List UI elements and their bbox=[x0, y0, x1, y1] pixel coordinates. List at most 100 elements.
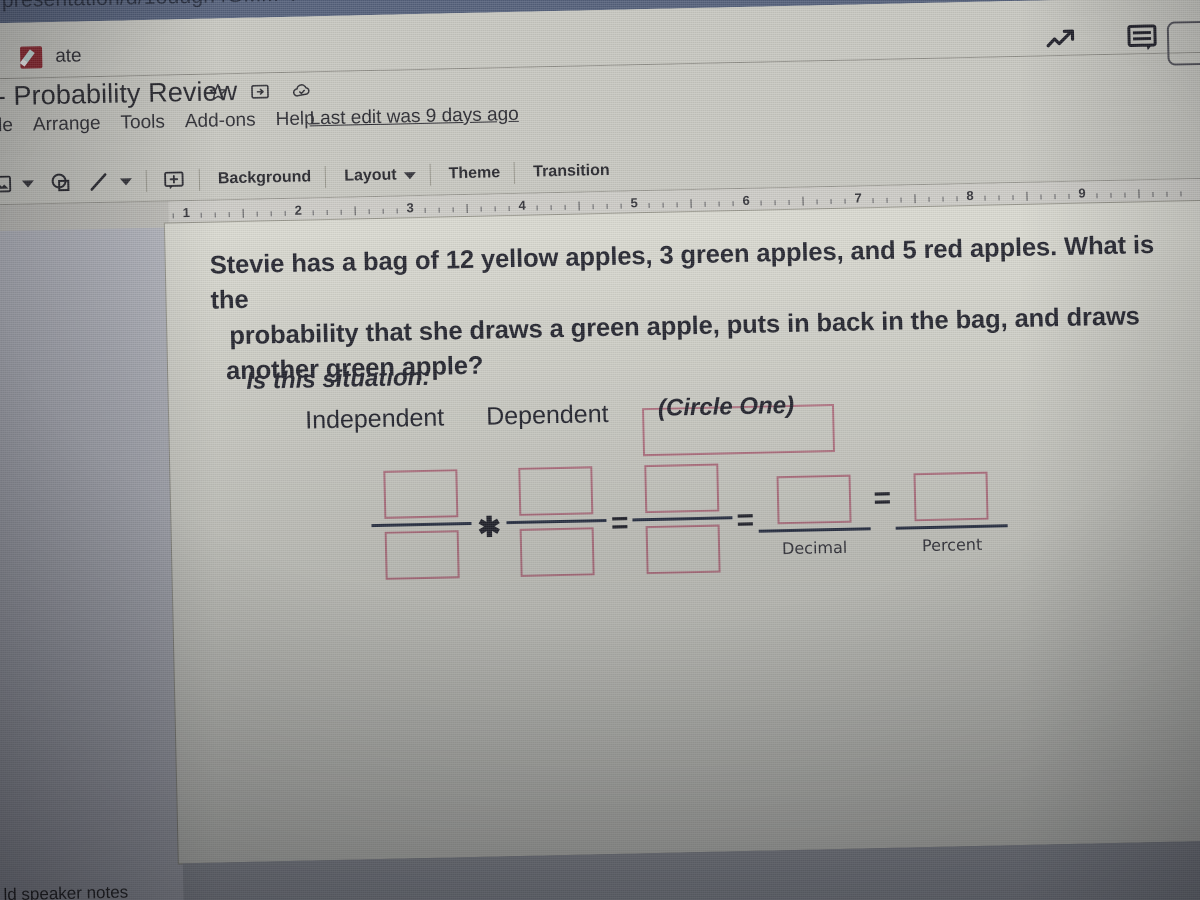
ruler-tick bbox=[704, 201, 706, 207]
line-icon[interactable] bbox=[88, 171, 110, 193]
last-edit-status[interactable]: Last edit was 9 days ago bbox=[309, 104, 519, 131]
ruler-tick bbox=[214, 212, 216, 218]
numerator-box-1[interactable] bbox=[383, 469, 459, 519]
ruler-number: 2 bbox=[294, 202, 303, 218]
ruler-number: 7 bbox=[854, 190, 862, 206]
share-button[interactable] bbox=[1166, 20, 1200, 66]
ruler-tick bbox=[494, 206, 496, 212]
equals-operator-2: = bbox=[736, 503, 755, 537]
ruler-tick bbox=[228, 212, 230, 218]
chevron-down-icon[interactable] bbox=[119, 177, 133, 186]
choice-dependent[interactable]: Dependent bbox=[486, 400, 609, 432]
decimal-box[interactable] bbox=[776, 474, 852, 524]
numerator-box-3[interactable] bbox=[644, 463, 720, 514]
tab-title[interactable]: ate bbox=[55, 45, 82, 68]
percent-label: Percent bbox=[921, 534, 983, 555]
chevron-down-icon[interactable] bbox=[403, 171, 416, 179]
decimal-bar bbox=[758, 526, 871, 533]
ruler-tick bbox=[564, 204, 566, 210]
slide-canvas[interactable]: Stevie has a bag of 12 yellow apples, 3 … bbox=[164, 200, 1200, 864]
fraction-1 bbox=[370, 469, 472, 580]
ruler-tick bbox=[1096, 193, 1098, 199]
ruler-tick bbox=[1110, 192, 1112, 198]
move-to-folder-icon[interactable] bbox=[250, 81, 270, 101]
menu-item-addons[interactable]: Add-ons bbox=[185, 110, 256, 134]
ruler-tick bbox=[480, 206, 482, 212]
ruler-tick bbox=[368, 209, 370, 215]
cloud-saved-icon[interactable] bbox=[292, 80, 312, 100]
numerator-box-2[interactable] bbox=[518, 466, 594, 516]
ruler-tick bbox=[578, 201, 580, 211]
ruler-tick bbox=[774, 200, 776, 206]
ruler-tick bbox=[956, 196, 958, 202]
ruler-tick bbox=[1054, 194, 1056, 200]
menu-item-tools[interactable]: Tools bbox=[120, 112, 165, 135]
pencil-glyph bbox=[19, 49, 35, 67]
equals-operator-3: = bbox=[873, 481, 892, 515]
ruler-tick bbox=[270, 211, 272, 217]
screen-content: n/presentation/d/1ouugh4GMM-V ate n - Pr… bbox=[0, 0, 1200, 900]
ruler-tick bbox=[830, 199, 832, 205]
ruler-tick bbox=[998, 195, 1000, 201]
ruler-number: 5 bbox=[630, 195, 638, 211]
ruler-tick bbox=[900, 197, 902, 203]
circle-one-label: (Circle One) bbox=[657, 391, 795, 422]
screen-photo: n/presentation/d/1ouugh4GMM-V ate n - Pr… bbox=[0, 0, 1200, 900]
ruler-tick bbox=[1040, 194, 1042, 200]
page-title[interactable]: n - Probability Review bbox=[0, 76, 238, 113]
equals-operator-1: = bbox=[610, 506, 629, 540]
ruler-tick bbox=[438, 207, 440, 213]
ruler-tick bbox=[1124, 192, 1126, 198]
ruler-tick bbox=[788, 199, 790, 205]
chevron-down-icon[interactable] bbox=[21, 179, 35, 188]
ruler-tick bbox=[1166, 191, 1168, 197]
background-button[interactable]: Background bbox=[218, 168, 312, 188]
ruler-tick bbox=[1152, 191, 1154, 198]
denominator-box-1[interactable] bbox=[384, 530, 460, 580]
add-comment-icon[interactable] bbox=[163, 169, 185, 191]
ruler-tick bbox=[312, 210, 314, 216]
explore-trending-icon[interactable] bbox=[1045, 27, 1080, 54]
fraction-bar-1 bbox=[371, 521, 472, 528]
ruler-tick bbox=[816, 199, 818, 205]
ruler-tick bbox=[648, 202, 650, 209]
ruler-tick bbox=[200, 212, 202, 218]
layout-button[interactable]: Layout bbox=[344, 167, 397, 186]
choice-group: Independent Dependent bbox=[305, 400, 609, 436]
url-text: n/presentation/d/1ouugh4GMM-V bbox=[0, 0, 300, 13]
ruler-number: 6 bbox=[742, 192, 750, 208]
theme-button[interactable]: Theme bbox=[448, 164, 500, 183]
fraction-3 bbox=[631, 463, 733, 575]
ruler-tick bbox=[452, 207, 454, 213]
ruler-tick bbox=[536, 205, 538, 211]
comment-icon[interactable] bbox=[1127, 24, 1158, 53]
fraction-bar-2 bbox=[506, 518, 607, 525]
transition-button[interactable]: Transition bbox=[533, 162, 610, 182]
ruler-tick bbox=[760, 200, 762, 206]
ruler-tick bbox=[508, 206, 510, 212]
slide-filmstrip-panel[interactable] bbox=[0, 227, 185, 900]
denominator-box-2[interactable] bbox=[520, 527, 596, 577]
ruler-tick bbox=[606, 203, 608, 209]
menu-item-arrange[interactable]: Arrange bbox=[33, 113, 101, 136]
ruler-number: 9 bbox=[1078, 185, 1086, 201]
menu-bar: Slide Arrange Tools Add-ons Help bbox=[0, 108, 315, 138]
ruler-tick bbox=[844, 198, 846, 204]
fraction-bar-3 bbox=[632, 516, 733, 522]
ruler-number: 3 bbox=[406, 200, 414, 216]
insert-image-icon[interactable] bbox=[0, 173, 12, 195]
ruler-tick bbox=[1068, 193, 1070, 199]
ruler-tick bbox=[256, 211, 258, 217]
ruler-tick bbox=[872, 198, 874, 204]
shape-icon[interactable] bbox=[50, 172, 72, 194]
ruler-tick bbox=[718, 201, 720, 207]
toolbar-divider bbox=[513, 161, 516, 184]
menu-item-slide[interactable]: Slide bbox=[0, 115, 13, 138]
ruler-tick bbox=[396, 208, 398, 214]
star-icon[interactable] bbox=[208, 82, 228, 102]
toolbar-divider bbox=[145, 169, 148, 192]
denominator-box-3[interactable] bbox=[645, 524, 721, 575]
percent-box[interactable] bbox=[913, 471, 989, 521]
equation-row: ✱ = = Decimal = Percent bbox=[370, 457, 1008, 580]
choice-independent[interactable]: Independent bbox=[305, 404, 445, 436]
